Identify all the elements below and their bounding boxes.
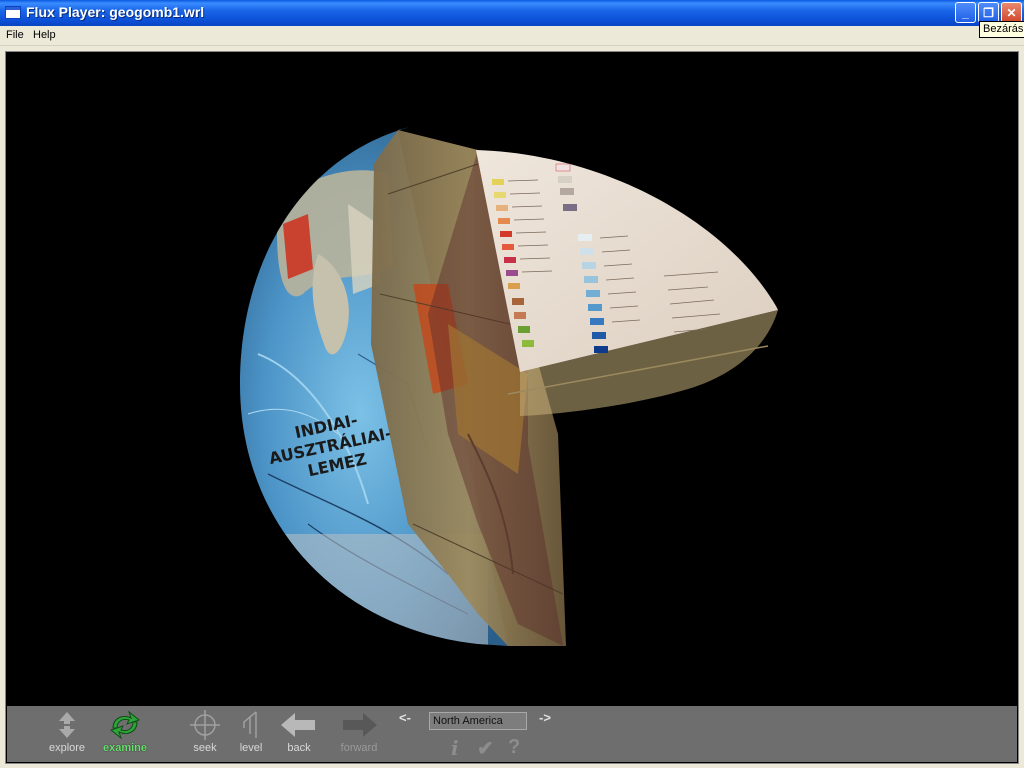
explore-label: explore xyxy=(48,742,86,754)
explore-icon xyxy=(59,712,75,738)
menu-file[interactable]: File xyxy=(6,29,24,41)
minimize-button[interactable]: _ xyxy=(955,2,976,23)
vrml-viewport-frame: INDIAI- AUSZTRÁLIAI- LEMEZ explore exami… xyxy=(5,51,1019,764)
examine-label: examine xyxy=(102,742,148,754)
forward-label: forward xyxy=(340,742,378,754)
viewpoint-field[interactable] xyxy=(429,712,527,730)
close-button[interactable]: ✕ xyxy=(1001,2,1022,23)
forward-button[interactable]: forward xyxy=(331,708,387,758)
restore-icon: ❐ xyxy=(983,5,994,20)
info-icon[interactable]: i xyxy=(451,736,459,760)
menu-help[interactable]: Help xyxy=(33,29,56,41)
next-viewpoint-button[interactable]: -> xyxy=(539,710,551,725)
3d-viewport[interactable]: INDIAI- AUSZTRÁLIAI- LEMEZ xyxy=(8,54,1016,706)
title-bar[interactable]: Flux Player: geogomb1.wrl _ ❐ ✕ xyxy=(0,0,1024,26)
previous-viewpoint-button[interactable]: <- xyxy=(399,710,411,725)
forward-arrow-icon xyxy=(343,713,377,737)
back-label: back xyxy=(287,742,311,754)
close-icon: ✕ xyxy=(1006,5,1017,20)
navigation-toolbar: explore examine seek level back forward … xyxy=(7,706,1017,762)
level-icon xyxy=(243,711,257,738)
back-button[interactable]: back xyxy=(271,708,327,758)
app-icon[interactable] xyxy=(5,6,21,19)
window-title: Flux Player: geogomb1.wrl xyxy=(26,4,205,20)
check-icon[interactable]: ✔ xyxy=(477,736,494,761)
minimize-icon: _ xyxy=(962,5,969,20)
explore-button[interactable]: explore xyxy=(39,708,95,758)
examine-icon xyxy=(109,710,141,740)
restore-button[interactable]: ❐ xyxy=(978,2,999,23)
menu-bar: File Help xyxy=(0,26,1024,46)
question-icon[interactable]: ? xyxy=(508,736,520,759)
back-arrow-icon xyxy=(281,713,315,737)
globe-scene: INDIAI- AUSZTRÁLIAI- LEMEZ xyxy=(240,127,778,646)
examine-button[interactable]: examine xyxy=(97,708,153,758)
close-tooltip: Bezárás xyxy=(979,21,1024,38)
crosshair-icon xyxy=(190,710,220,740)
application-window: Flux Player: geogomb1.wrl _ ❐ ✕ Bezárás … xyxy=(0,0,1024,768)
